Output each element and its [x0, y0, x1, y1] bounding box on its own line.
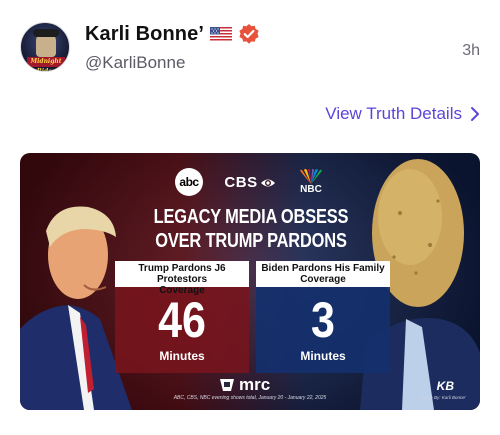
headline-line-2: Over Trump Pardons	[155, 230, 347, 252]
chevron-right-icon	[470, 106, 480, 122]
verified-badge-icon	[238, 23, 260, 45]
nbc-peacock-icon	[297, 168, 325, 185]
panel-label-line-1: Trump Pardons J6 Protestors	[138, 263, 226, 285]
abc-logo: abc	[175, 168, 203, 196]
network-logos: abc CBS NBC	[175, 167, 325, 197]
post-media-image[interactable]: abc CBS NBC Legacy Media Obsess	[20, 153, 480, 410]
coverage-minutes-value: 46	[158, 292, 206, 348]
biden-pardons-panel: Biden Pardons His Family Coverage 3 Minu…	[256, 261, 390, 373]
post-header: Midnight Rider Karli Bonne’ @KarliBonne …	[20, 20, 480, 76]
coverage-unit: Minutes	[159, 349, 205, 363]
cbs-eye-icon	[260, 176, 276, 188]
media-headline: Legacy Media Obsess Over Trump Pardons	[144, 205, 359, 253]
coverage-unit: Minutes	[300, 349, 346, 363]
avatar[interactable]: Midnight Rider	[20, 22, 70, 72]
cbs-logo: CBS	[224, 174, 275, 191]
view-truth-details-label: View Truth Details	[325, 104, 462, 123]
mrc-mark-icon	[218, 377, 236, 393]
nbc-logo-text: NBC	[300, 184, 322, 195]
nbc-logo: NBC	[297, 168, 325, 195]
post-timestamp: 3h	[462, 42, 480, 59]
panel-label: Trump Pardons J6 Protestors Coverage	[115, 261, 249, 296]
panel-label: Biden Pardons His Family Coverage	[256, 261, 390, 287]
us-flag-icon	[210, 26, 232, 42]
view-truth-details-link[interactable]: View Truth Details	[325, 104, 480, 124]
name-row: Karli Bonne’	[85, 22, 260, 46]
source-note: ABC, CBS, NBC evening shows total, Janua…	[173, 395, 327, 401]
panel-label-line-2: Coverage	[300, 274, 346, 285]
cbs-logo-text: CBS	[224, 173, 258, 191]
display-name[interactable]: Karli Bonne’	[85, 23, 204, 46]
kb-signature: KB	[436, 379, 454, 393]
coverage-minutes-value: 3	[311, 292, 335, 348]
trump-pardons-panel: Trump Pardons J6 Protestors Coverage 46 …	[115, 261, 249, 373]
mrc-logo: mrc	[218, 375, 270, 395]
avatar-hat	[33, 29, 59, 37]
avatar-text: Midnight Rider	[27, 57, 65, 71]
mrc-logo-text: mrc	[239, 375, 271, 394]
headline-line-1: Legacy Media Obsess	[153, 206, 349, 228]
panel-label-line-1: Biden Pardons His Family	[261, 263, 385, 274]
user-handle[interactable]: @KarliBonne	[85, 53, 185, 73]
meme-credit: Meme By: Karli Bonne’	[420, 395, 466, 400]
